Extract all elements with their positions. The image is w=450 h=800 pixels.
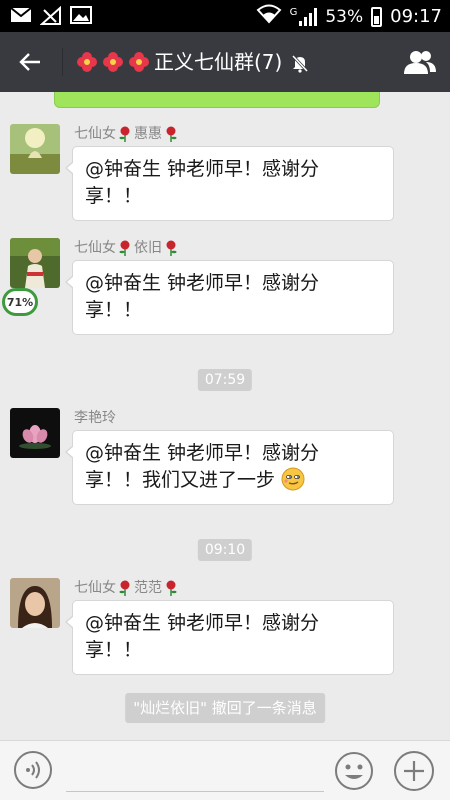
chat-area[interactable]: 七仙女 惠惠 @钟奋生 钟老师早！感谢分 享！！ 七仙女 依旧 @钟奋生 钟老师… <box>0 92 450 740</box>
input-bar <box>0 740 450 800</box>
emoji-button[interactable] <box>334 751 374 791</box>
message-bubble[interactable]: @钟奋生 钟老师早！感谢分 享！！ <box>65 260 394 335</box>
message-text: 享！！ <box>85 639 143 661</box>
message-bubble[interactable]: @钟奋生 钟老师早！感谢分 享！！我们又进了一步 <box>65 430 394 505</box>
mute-bell-icon <box>290 52 310 73</box>
sender-prefix: 七仙女 <box>74 240 116 256</box>
hibiscus-icon <box>102 51 124 73</box>
message-text: 享！！ <box>85 185 143 207</box>
previous-message-bubble[interactable] <box>54 92 380 108</box>
rose-icon <box>164 580 178 596</box>
message-text: @钟奋生 钟老师早！感谢分 <box>85 612 320 634</box>
no-signal-sim-icon <box>39 5 61 25</box>
recall-notice: "灿烂依旧" 撤回了一条消息 <box>125 693 325 723</box>
progress-badge[interactable]: 71% <box>2 288 38 316</box>
message-input[interactable] <box>66 757 324 792</box>
message-text: @钟奋生 钟老师早！感谢分 <box>85 272 320 294</box>
plus-icon <box>404 761 424 781</box>
battery-percent: 53% <box>325 6 364 27</box>
sender-nickname: 依旧 <box>134 240 162 256</box>
sender-prefix: 七仙女 <box>74 126 116 142</box>
voice-input-button[interactable] <box>14 751 52 789</box>
rose-icon <box>118 240 132 256</box>
avatar[interactable] <box>10 408 60 458</box>
sender-nickname: 范范 <box>134 580 162 596</box>
message-text: 享！！ <box>85 299 143 321</box>
voice-icon <box>26 761 40 779</box>
message-text-line: 享！！我们又进了一步 <box>85 467 381 494</box>
network-type-label: G <box>289 7 298 18</box>
smug-emoji-icon <box>281 467 305 491</box>
sender-name: 七仙女 依旧 <box>74 238 180 258</box>
status-bar: G 53% 09:17 <box>0 0 450 32</box>
smiley-icon <box>335 752 373 790</box>
message-text: @钟奋生 钟老师早！感谢分 <box>85 158 320 180</box>
sender-nickname: 惠惠 <box>134 126 162 142</box>
back-arrow-icon <box>19 53 40 71</box>
hibiscus-icon <box>76 51 98 73</box>
title-bar: 正义七仙群(7) <box>0 32 450 92</box>
group-members-button[interactable] <box>402 46 438 78</box>
chat-screen: G 53% 09:17 正义七仙群(7) 七仙女 惠惠 @钟奋生 钟老师早！感谢… <box>0 0 450 800</box>
mail-icon <box>10 6 32 24</box>
rose-icon <box>118 126 132 142</box>
more-options-button[interactable] <box>394 751 434 791</box>
group-members-icon <box>404 51 436 74</box>
sender-prefix: 七仙女 <box>74 580 116 596</box>
rose-icon <box>164 240 178 256</box>
image-icon <box>70 6 92 24</box>
back-button[interactable] <box>12 44 48 80</box>
sender-nickname: 李艳玲 <box>74 410 116 426</box>
message-bubble[interactable]: @钟奋生 钟老师早！感谢分 享！！ <box>65 600 394 675</box>
message-text: @钟奋生 钟老师早！感谢分 <box>85 442 320 464</box>
group-title: 正义七仙群(7) <box>154 50 283 74</box>
rose-icon <box>164 126 178 142</box>
wifi-icon <box>256 4 282 29</box>
message-text: 享！！我们又进了一步 <box>85 469 276 491</box>
message-bubble[interactable]: @钟奋生 钟老师早！感谢分 享！！ <box>65 146 394 221</box>
sender-name: 七仙女 惠惠 <box>74 124 180 144</box>
page-title: 正义七仙群(7) <box>76 48 310 76</box>
status-time: 09:17 <box>390 6 442 27</box>
hibiscus-icon <box>128 51 150 73</box>
title-divider <box>62 48 63 76</box>
timestamp-chip: 09:10 <box>197 539 253 561</box>
timestamp-chip: 07:59 <box>197 369 253 391</box>
avatar[interactable] <box>10 578 60 628</box>
rose-icon <box>118 580 132 596</box>
avatar[interactable] <box>10 124 60 174</box>
sender-name: 七仙女 范范 <box>74 578 180 598</box>
battery-icon <box>371 6 383 27</box>
signal-icon <box>299 7 318 26</box>
avatar[interactable] <box>10 238 60 288</box>
sender-name: 李艳玲 <box>74 408 116 428</box>
